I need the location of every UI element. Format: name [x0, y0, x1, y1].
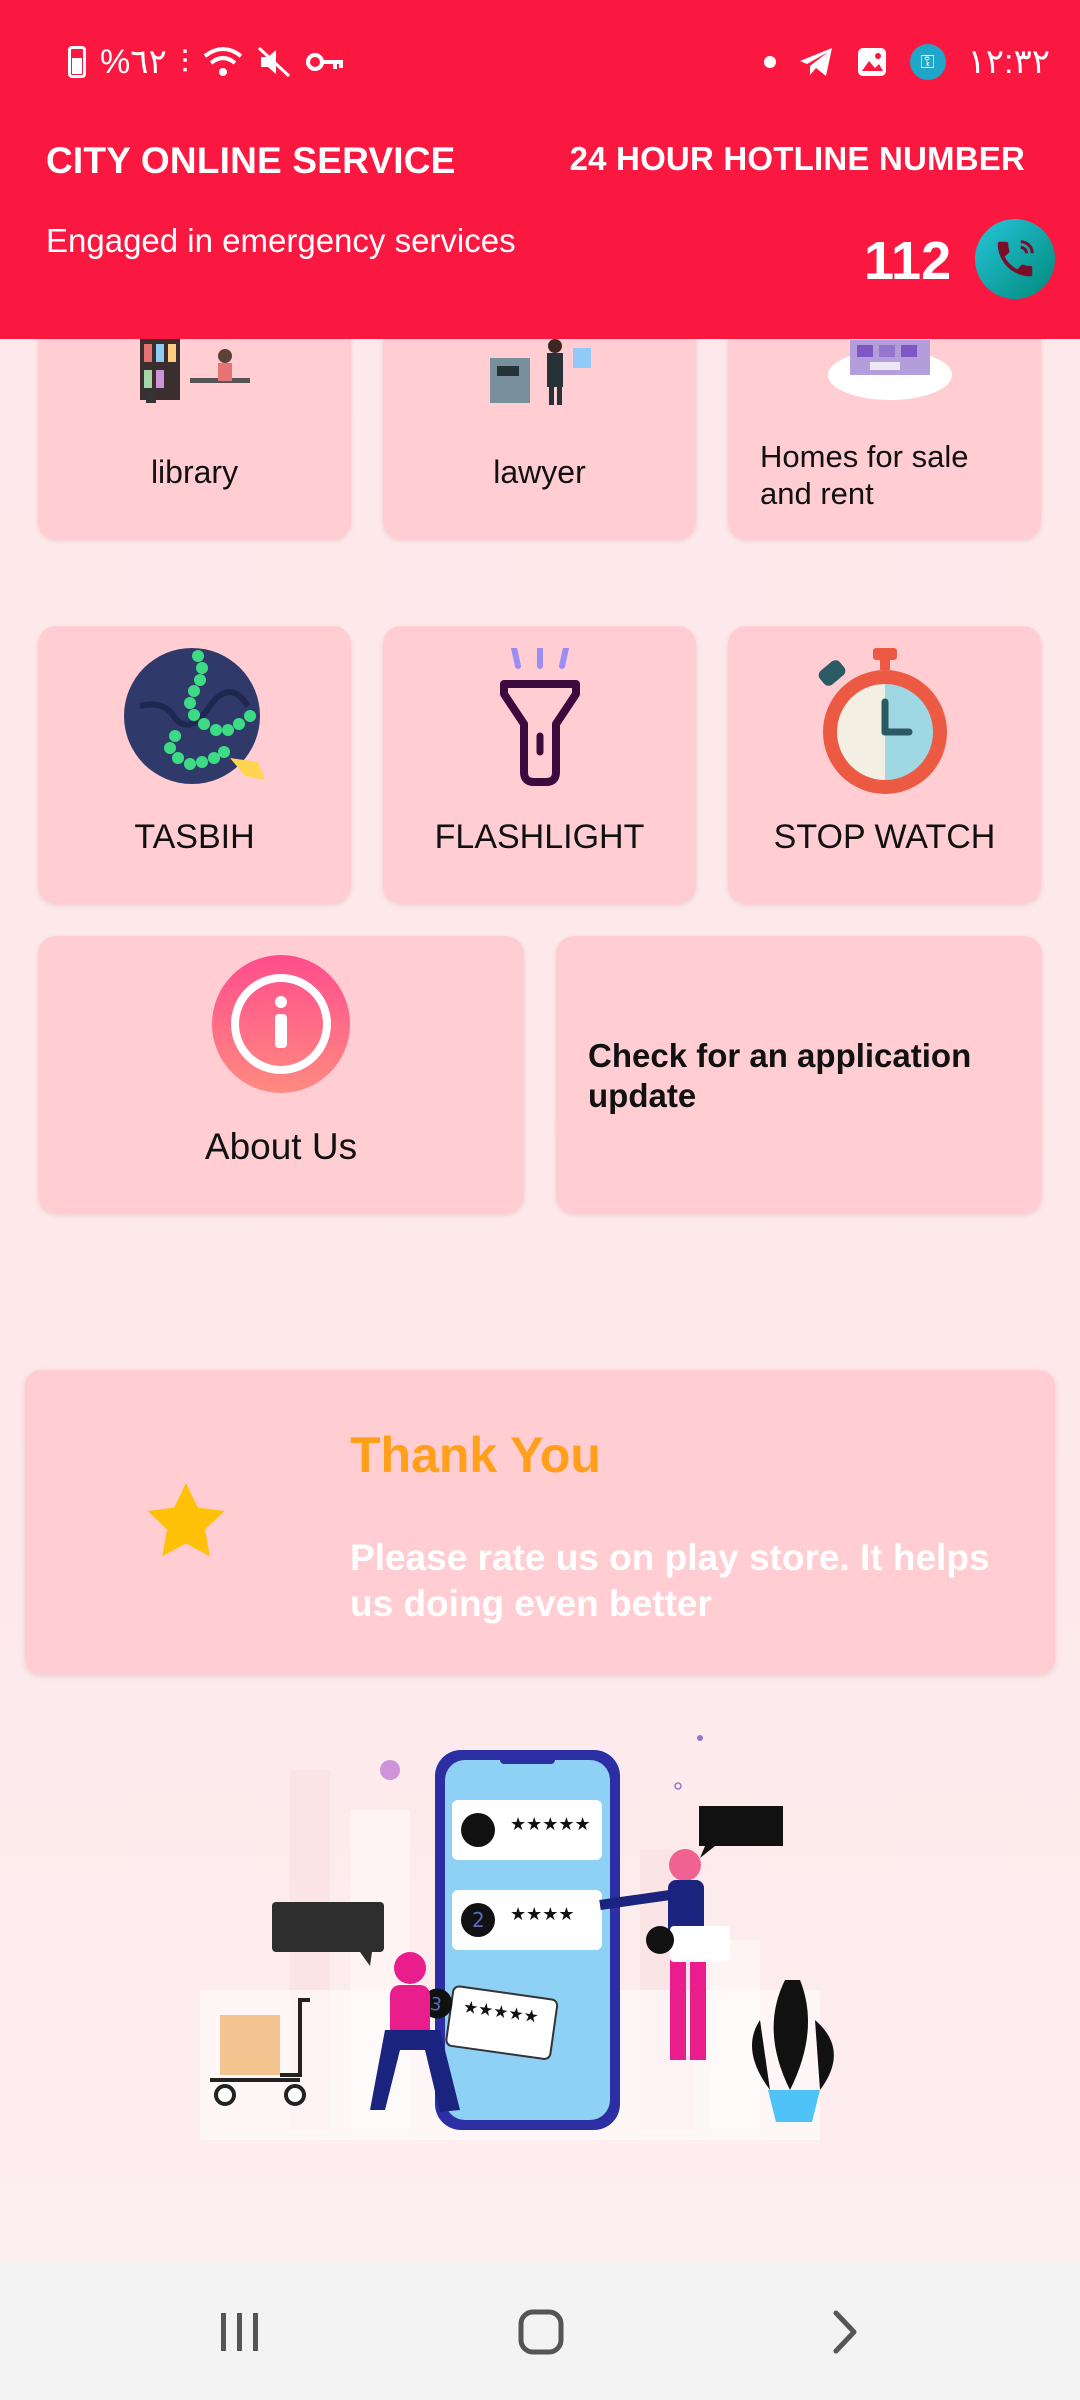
status-left: %٦٢ ⫶ [68, 42, 345, 82]
hotline-title: 24 HOUR HOTLINE NUMBER [569, 140, 1025, 177]
telegram-icon [799, 48, 832, 76]
hotline-number[interactable]: 112 [864, 230, 951, 292]
mute-icon [257, 46, 290, 78]
home-button[interactable] [516, 2307, 566, 2357]
wifi-icon [203, 47, 243, 76]
homes-label-line1: Homes for sale [760, 439, 969, 474]
svg-text:★★★★: ★★★★ [510, 1904, 575, 1925]
vpn-key-icon: ⚿ [909, 44, 946, 80]
update-card[interactable]: Check for an application update [556, 936, 1042, 1213]
update-label: Check for an application update [588, 1036, 971, 1116]
tasbih-icon [123, 648, 265, 784]
app-subtitle: Engaged in emergency services [46, 222, 516, 259]
battery-icon [68, 46, 86, 78]
update-label-line2: update [588, 1077, 697, 1114]
lawyer-illustration [489, 339, 591, 405]
update-label-line1: Check for an application [588, 1037, 972, 1074]
status-bar: %٦٢ ⫶ ⚿ ١٢:٣٢ [0, 30, 1080, 90]
status-time: ١٢:٣٢ [967, 43, 1050, 81]
star-icon [147, 1482, 225, 1557]
about-us-card[interactable]: About Us [38, 936, 524, 1213]
homes-label: Homes for sale and rent [760, 438, 1041, 512]
stopwatch-icon [818, 648, 947, 794]
about-us-label: About Us [204, 1126, 358, 1167]
tasbih-label: TASBIH [134, 818, 255, 856]
homes-label-line2: and rent [760, 476, 874, 511]
review-illustration: ★★★★★ 2 ★★★★ 3 ★★★★★ [200, 1735, 834, 2140]
lawyer-label: lawyer [493, 454, 586, 490]
status-right: ⚿ ١٢:٣٢ [763, 42, 1051, 82]
flashlight-icon [499, 648, 580, 786]
recent-apps-button[interactable] [215, 2307, 265, 2357]
library-illustration [139, 338, 250, 403]
call-button[interactable] [975, 219, 1055, 299]
app-title: CITY ONLINE SERVICE [46, 140, 456, 181]
rate-us-card[interactable]: Thank You Please rate us on play store. … [25, 1370, 1055, 1674]
back-button[interactable] [820, 2307, 870, 2357]
svg-text:★★★★★: ★★★★★ [510, 1814, 591, 1835]
svg-text:2: 2 [472, 1908, 485, 1932]
flashlight-card[interactable]: FLASHLIGHT [383, 626, 696, 903]
phone-icon [997, 240, 1034, 277]
rate-title: Thank You [350, 1427, 601, 1483]
stopwatch-card[interactable]: STOP WATCH [728, 626, 1041, 903]
notification-dot-icon [763, 56, 776, 68]
rate-text: Please rate us on play store. It helps u… [350, 1537, 990, 1624]
signal-icon: ⫶ [180, 44, 189, 80]
flashlight-label: FLASHLIGHT [434, 818, 645, 856]
tasbih-card[interactable]: TASBIH [38, 626, 351, 903]
key-icon [305, 53, 343, 71]
navigation-bar [0, 2262, 1080, 2400]
app-header: %٦٢ ⫶ ⚿ ١٢:٣٢ CITY ONLINE SERVICE Engage… [0, 0, 1080, 339]
stopwatch-label: STOP WATCH [773, 818, 996, 856]
library-label: library [150, 454, 239, 490]
info-icon [212, 955, 350, 1093]
battery-level: %٦٢ [100, 43, 167, 81]
gallery-icon [857, 48, 886, 76]
